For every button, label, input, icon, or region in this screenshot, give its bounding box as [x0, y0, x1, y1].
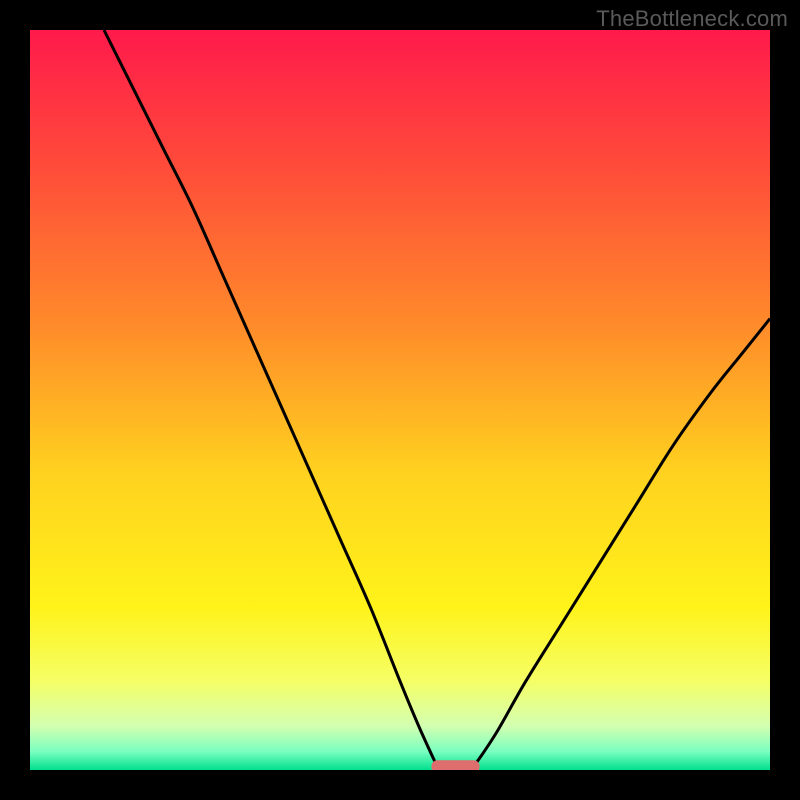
watermark-text: TheBottleneck.com [596, 6, 788, 32]
plot-area [30, 30, 770, 770]
chart-frame: TheBottleneck.com [0, 0, 800, 800]
gradient-background [30, 30, 770, 770]
chart-svg [30, 30, 770, 770]
minimum-marker [431, 760, 479, 770]
